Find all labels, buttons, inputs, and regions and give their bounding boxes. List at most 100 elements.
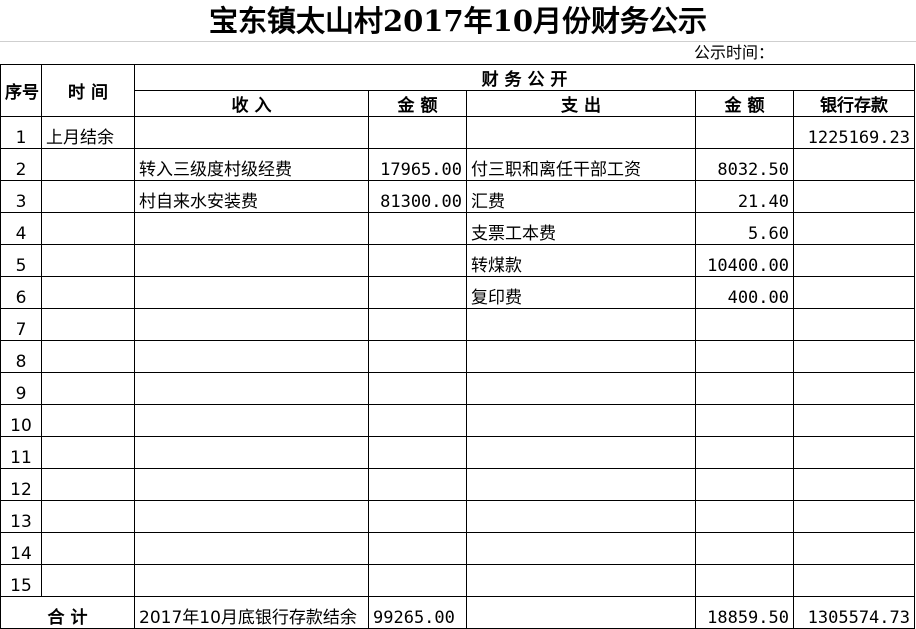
table-row: 2 转入三级度村级经费 17965.00 付三职和离任干部工资 8032.50: [0, 148, 915, 181]
cell-expense-amount: [695, 404, 794, 437]
cell-income-amount: [368, 340, 467, 373]
cell-seq: 1: [0, 116, 42, 149]
cell-seq: 3: [0, 180, 42, 213]
cell-income: [134, 372, 369, 405]
cell-seq: 4: [0, 212, 42, 245]
cell-seq: 2: [0, 148, 42, 181]
cell-time: [41, 564, 135, 597]
cell-expense: [466, 564, 696, 597]
cell-income-amount: [368, 468, 467, 501]
cell-income-amount: [368, 500, 467, 533]
divider: [0, 41, 916, 42]
cell-income: [134, 436, 369, 469]
cell-bank: [793, 212, 915, 245]
cell-expense-amount: 21.40: [695, 180, 794, 213]
cell-seq: 15: [0, 564, 42, 597]
table-row: 3 村自来水安装费 81300.00 汇费 21.40: [0, 180, 915, 213]
cell-seq: 14: [0, 532, 42, 565]
cell-bank: [793, 532, 915, 565]
table-row: 14: [0, 532, 915, 565]
cell-income-amount: [368, 372, 467, 405]
cell-bank: [793, 564, 915, 597]
cell-expense: [466, 532, 696, 565]
cell-income: [134, 404, 369, 437]
cell-expense-amount: 400.00: [695, 276, 794, 309]
page-title: 宝东镇太山村2017年10月份财务公示: [208, 4, 708, 38]
header-group: 财 务 公 开: [134, 64, 915, 91]
cell-seq: 11: [0, 436, 42, 469]
table-row: 9: [0, 372, 915, 405]
cell-bank: [793, 340, 915, 373]
cell-expense-amount: [695, 468, 794, 501]
cell-time: [41, 468, 135, 501]
header-income: 收 入: [134, 90, 369, 117]
table-row: 1 上月结余 1225169.23: [0, 116, 915, 149]
cell-income: [134, 564, 369, 597]
cell-bank: [793, 244, 915, 277]
cell-expense: 转煤款: [466, 244, 696, 277]
cell-expense: 付三职和离任干部工资: [466, 148, 696, 181]
cell-time: [41, 276, 135, 309]
cell-time: [41, 404, 135, 437]
cell-time: [41, 372, 135, 405]
cell-seq: 7: [0, 308, 42, 341]
cell-income: [134, 244, 369, 277]
finance-table: 序号 时 间 财 务 公 开 收 入 金 额 支 出 金 额 银行存款 1 上月结…: [0, 64, 915, 629]
cell-income-amount: [368, 116, 467, 149]
table-row: 10: [0, 404, 915, 437]
cell-income-amount: 17965.00: [368, 148, 467, 181]
cell-expense-amount: [695, 436, 794, 469]
table-row: 4 支票工本费 5.60: [0, 212, 915, 245]
cell-time: [41, 148, 135, 181]
header-time: 时 间: [41, 64, 135, 117]
table-row: 5 转煤款 10400.00: [0, 244, 915, 277]
total-expense-amount: 18859.50: [695, 596, 794, 629]
cell-expense-amount: [695, 564, 794, 597]
cell-time: [41, 500, 135, 533]
cell-income: 村自来水安装费: [134, 180, 369, 213]
header-expense: 支 出: [466, 90, 696, 117]
header-seq: 序号: [0, 64, 42, 117]
header-expense-amount: 金 额: [695, 90, 794, 117]
cell-expense: [466, 436, 696, 469]
table-row: 12: [0, 468, 915, 501]
cell-expense-amount: [695, 308, 794, 341]
cell-expense: [466, 116, 696, 149]
cell-expense: 复印费: [466, 276, 696, 309]
cell-bank: [793, 276, 915, 309]
total-income-note: 2017年10月底银行存款结余: [134, 596, 369, 629]
cell-bank: [793, 180, 915, 213]
cell-expense-amount: [695, 116, 794, 149]
cell-seq: 6: [0, 276, 42, 309]
cell-bank: [793, 404, 915, 437]
cell-time: [41, 244, 135, 277]
cell-bank: [793, 308, 915, 341]
cell-income-amount: [368, 244, 467, 277]
cell-bank: [793, 436, 915, 469]
cell-bank: [793, 372, 915, 405]
cell-expense: [466, 340, 696, 373]
table-row: 6 复印费 400.00: [0, 276, 915, 309]
cell-seq: 9: [0, 372, 42, 405]
cell-time: [41, 180, 135, 213]
total-bank: 1305574.73: [793, 596, 915, 629]
cell-expense: 支票工本费: [466, 212, 696, 245]
cell-income-amount: [368, 564, 467, 597]
cell-income: [134, 340, 369, 373]
cell-expense: [466, 500, 696, 533]
cell-income: [134, 116, 369, 149]
cell-expense: [466, 404, 696, 437]
total-label: 合 计: [0, 596, 135, 629]
table-row: 11: [0, 436, 915, 469]
cell-seq: 8: [0, 340, 42, 373]
cell-time: [41, 308, 135, 341]
cell-income: [134, 308, 369, 341]
cell-expense: [466, 372, 696, 405]
cell-income: [134, 276, 369, 309]
cell-expense-amount: 8032.50: [695, 148, 794, 181]
total-expense: [466, 596, 696, 629]
cell-income-amount: [368, 404, 467, 437]
cell-bank: [793, 148, 915, 181]
cell-income-amount: [368, 276, 467, 309]
cell-seq: 13: [0, 500, 42, 533]
